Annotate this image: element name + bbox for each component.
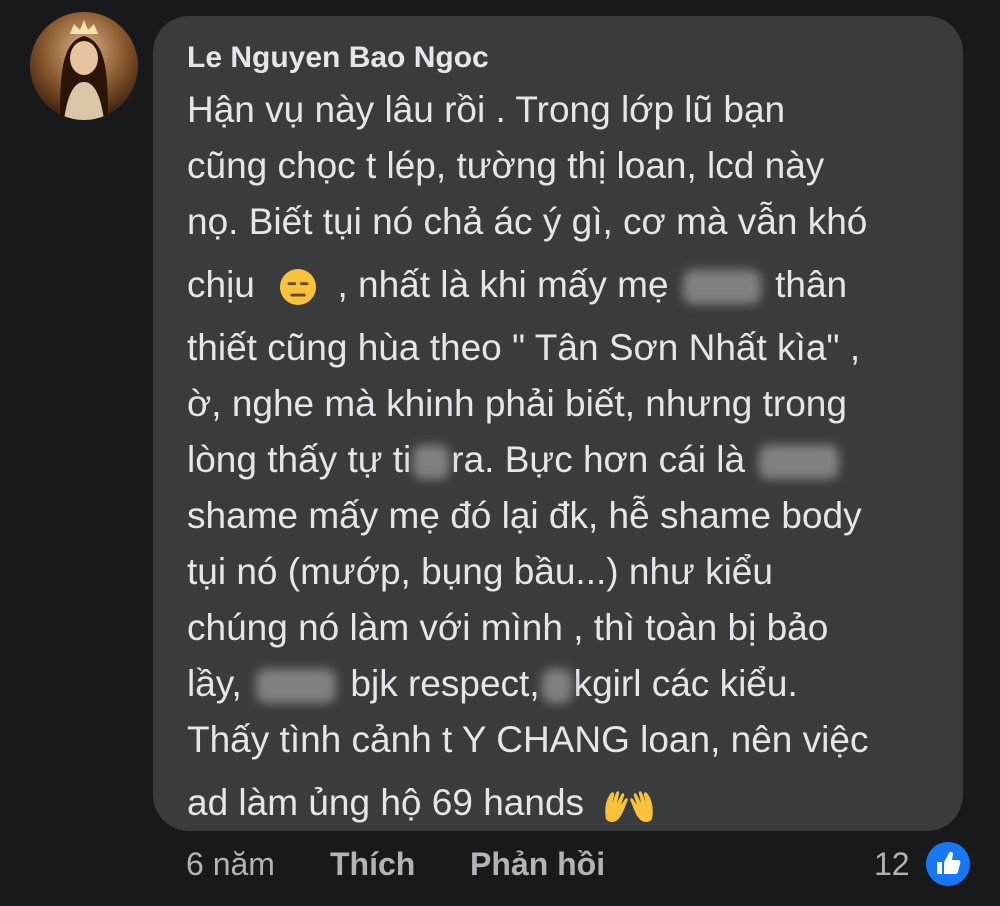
comment-line: Hận vụ này lâu rồi . Trong lớp lũ bạn bbox=[187, 89, 786, 130]
avatar[interactable] bbox=[30, 12, 138, 120]
comment-line: thiết cũng hùa theo " Tân Sơn Nhất kìa" … bbox=[187, 327, 861, 368]
comment-bubble: Le Nguyen Bao Ngoc Hận vụ này lâu rồi . … bbox=[153, 16, 963, 831]
comment-text: ad làm ủng hộ 69 hands bbox=[187, 782, 585, 823]
comment-line: Thấy tình cảnh t Y CHANG loan, nên việc bbox=[187, 719, 869, 760]
comment-text: kgirl các kiểu. bbox=[573, 663, 798, 704]
comment-text: lầy, bbox=[187, 663, 242, 704]
raising-hands-emoji bbox=[605, 791, 654, 823]
comment-text: , nhất là khi mấy mẹ bbox=[337, 264, 669, 305]
comment-line: chúng nó làm với mình , thì toàn bị bảo bbox=[187, 607, 829, 648]
reply-button[interactable]: Phản hồi bbox=[470, 846, 605, 883]
comment-text: chịu bbox=[187, 264, 255, 305]
comment-line: cũng chọc t lép, tường thị loan, lcd này bbox=[187, 145, 825, 186]
comment-text: bjk respect, bbox=[350, 663, 540, 704]
comment-line: nọ. Biết tụi nó chả ác ý gì, cơ mà vẫn k… bbox=[187, 201, 868, 242]
thumbs-up-icon[interactable] bbox=[926, 842, 970, 886]
comment-text: lòng thấy tự ti bbox=[187, 439, 412, 480]
comment-line: lầy, bjk respect, kgirl các kiểu. bbox=[187, 656, 929, 712]
expressionless-face-emoji bbox=[280, 269, 317, 306]
comment-line: shame mấy mẹ đó lại đk, hễ shame body bbox=[187, 495, 862, 536]
censor-blur bbox=[256, 669, 337, 704]
censor-blur bbox=[682, 270, 761, 305]
censor-blur bbox=[759, 445, 840, 480]
comment-line: chịu , nhất là khi mấy mẹ thân bbox=[187, 250, 929, 320]
comment-text: ra. Bực hơn cái là bbox=[451, 439, 746, 480]
comment-author[interactable]: Le Nguyen Bao Ngoc bbox=[187, 38, 929, 78]
reaction-count[interactable]: 12 bbox=[874, 846, 910, 883]
comment-line: ờ, nghe mà khinh phải biết, nhưng trong bbox=[187, 383, 847, 424]
comment-line: ad làm ủng hộ 69 hands bbox=[187, 768, 929, 838]
like-button[interactable]: Thích bbox=[330, 846, 415, 883]
comment-line: lòng thấy tự ti ra. Bực hơn cái là bbox=[187, 432, 929, 488]
censor-blur bbox=[541, 669, 572, 704]
censor-blur bbox=[413, 445, 450, 480]
comment-text: thân bbox=[775, 264, 848, 305]
comment-footer: 6 năm Thích Phản hồi 12 bbox=[0, 840, 1000, 890]
comment-timestamp[interactable]: 6 năm bbox=[186, 846, 275, 883]
comment-line: tụi nó (mướp, bụng bầu...) như kiểu bbox=[187, 551, 773, 592]
